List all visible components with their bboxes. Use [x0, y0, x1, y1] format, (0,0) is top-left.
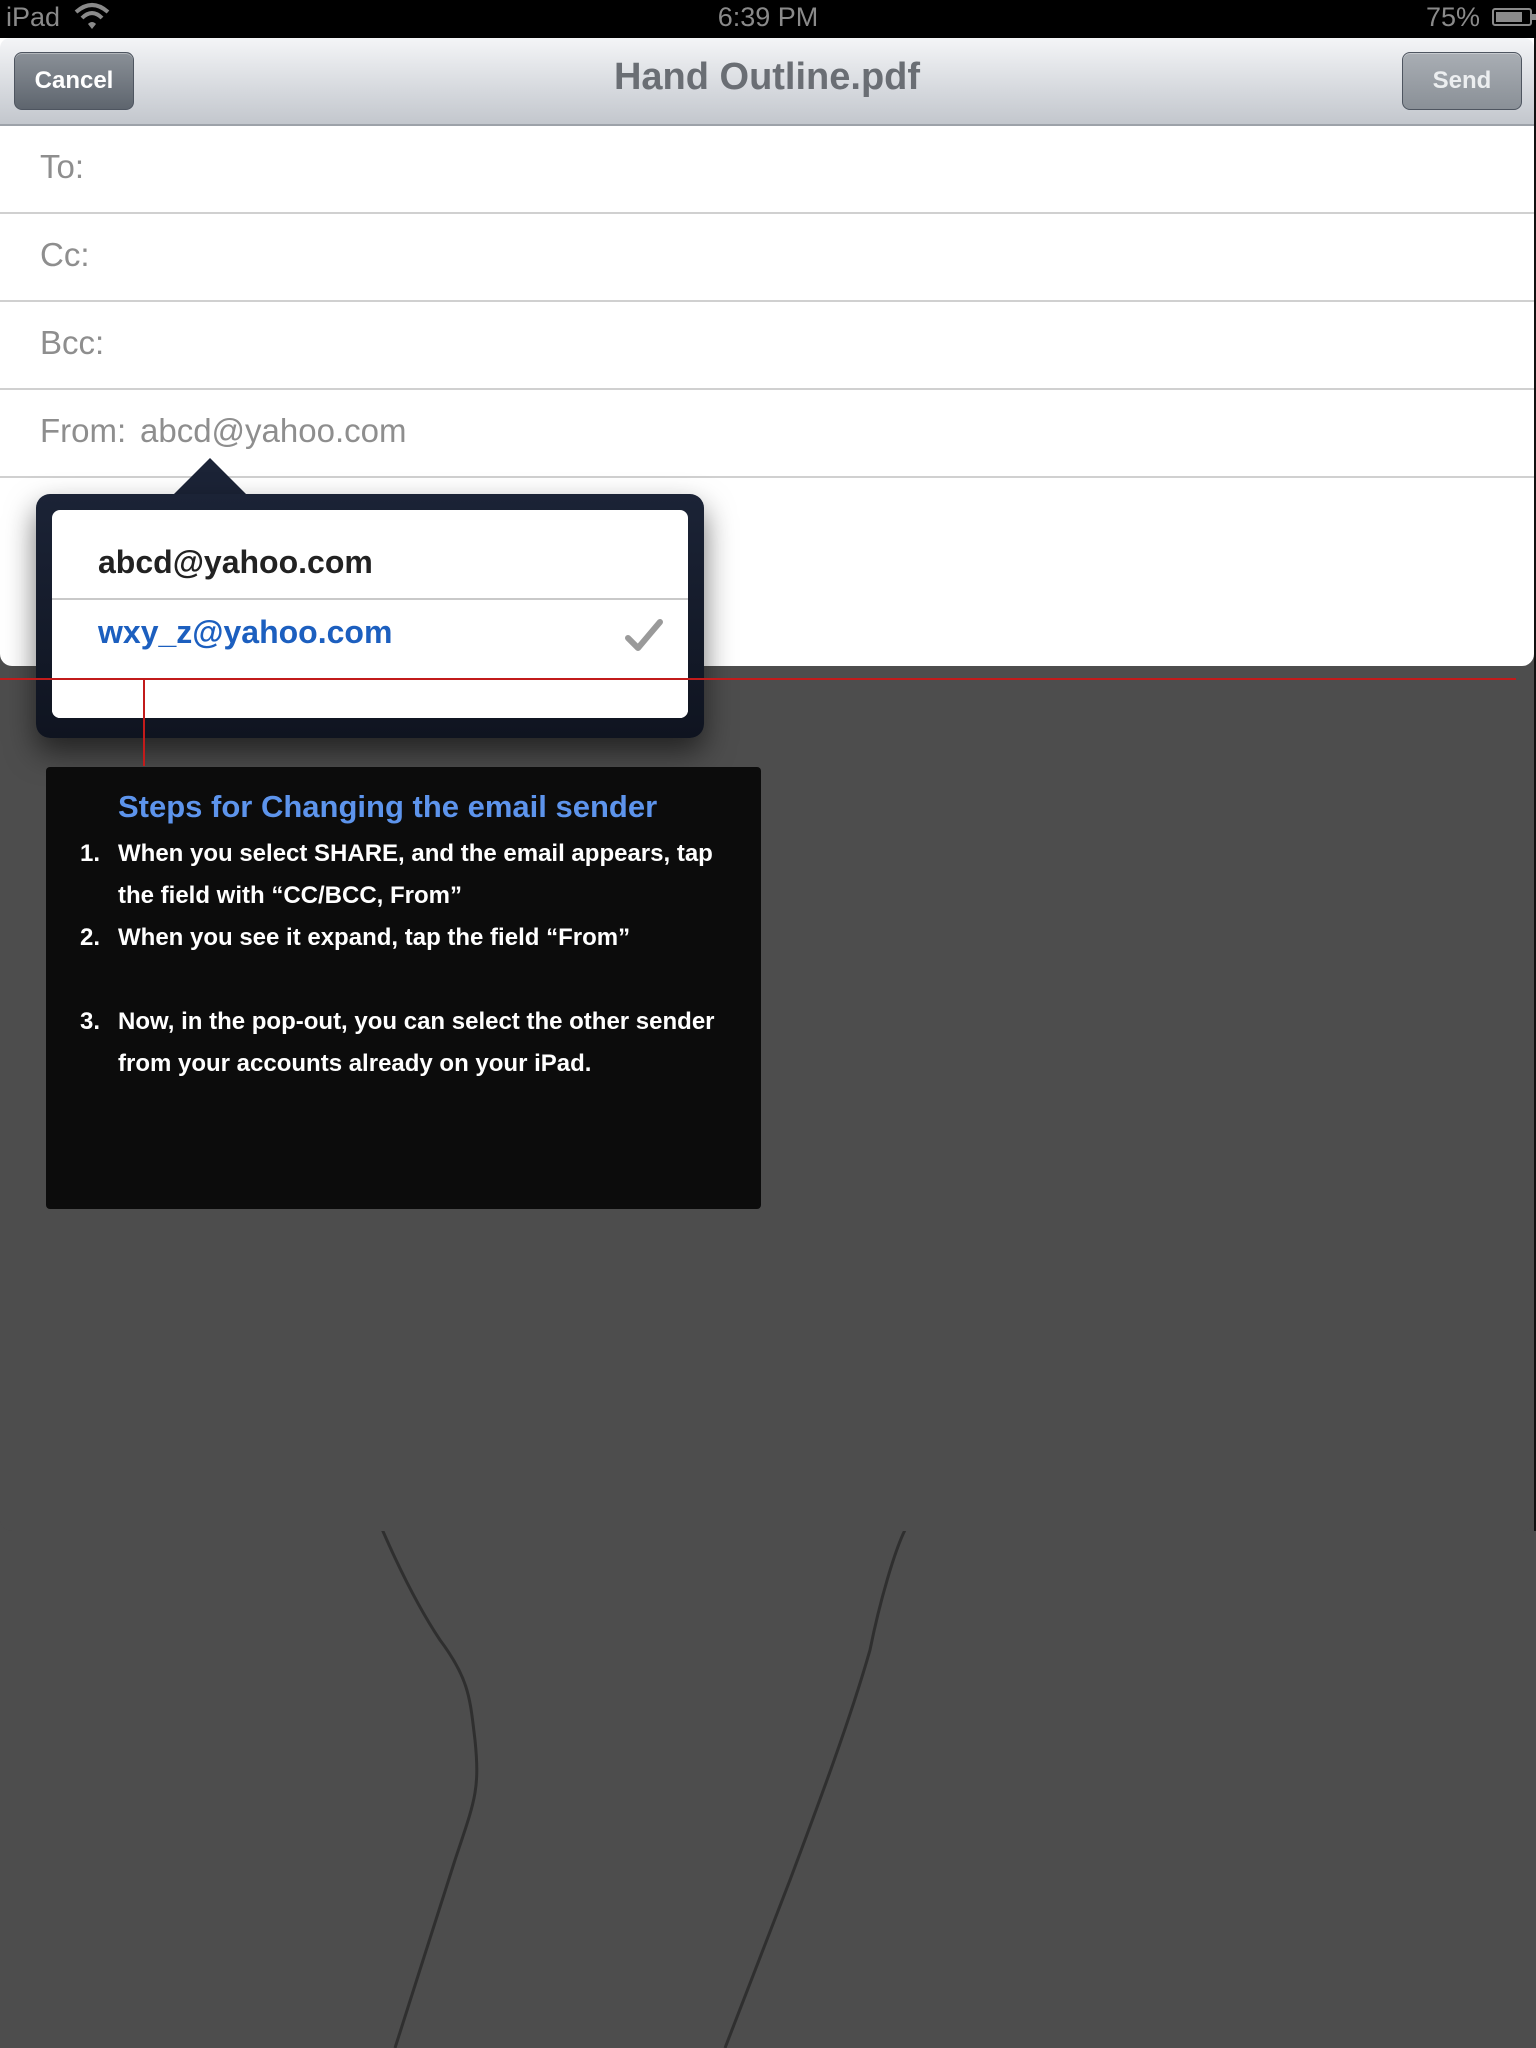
battery-icon — [1492, 8, 1536, 26]
to-label: To: — [40, 148, 85, 185]
status-bar: iPad 6:39 PM 75% — [0, 0, 1536, 38]
annotation-line-horizontal — [0, 678, 1516, 680]
account-email: abcd@yahoo.com — [98, 544, 373, 580]
send-button[interactable]: Send — [1402, 52, 1522, 110]
clock: 6:39 PM — [717, 2, 819, 32]
account-option-selected[interactable]: wxy_z@yahoo.com — [52, 600, 688, 668]
step-number: 2. — [80, 924, 101, 951]
step-number: 1. — [80, 840, 101, 867]
annotation-line-vertical — [143, 678, 145, 766]
account-list: abcd@yahoo.com wxy_z@yahoo.com — [52, 510, 688, 718]
from-label: From: — [40, 412, 127, 449]
compose-nav-bar: Cancel Hand Outline.pdf Send — [0, 38, 1534, 126]
from-account-popover: abcd@yahoo.com wxy_z@yahoo.com — [36, 494, 704, 738]
to-field[interactable]: To: — [0, 126, 1534, 214]
bcc-label: Bcc: — [40, 324, 105, 361]
cc-label: Cc: — [40, 236, 90, 273]
bcc-field[interactable]: Bcc: — [0, 302, 1534, 390]
from-value: abcd@yahoo.com — [140, 412, 407, 449]
popover-arrow — [172, 458, 248, 496]
account-email: wxy_z@yahoo.com — [98, 614, 393, 650]
compose-title: Hand Outline.pdf — [613, 56, 921, 98]
cc-field[interactable]: Cc: — [0, 214, 1534, 302]
account-option[interactable]: abcd@yahoo.com — [52, 530, 688, 600]
checkmark-icon — [625, 619, 663, 651]
step-text: When you select SHARE, and the email app… — [118, 840, 713, 909]
step-text: When you see it expand, tap the field “F… — [118, 924, 631, 951]
step-number: 3. — [80, 1008, 101, 1035]
battery-percentage: 75% — [1425, 2, 1480, 32]
step-text: Now, in the pop-out, you can select the … — [118, 1008, 715, 1077]
instruction-title: Steps for Changing the email sender — [118, 789, 658, 824]
instruction-box: Steps for Changing the email sender 1. W… — [46, 767, 761, 1209]
